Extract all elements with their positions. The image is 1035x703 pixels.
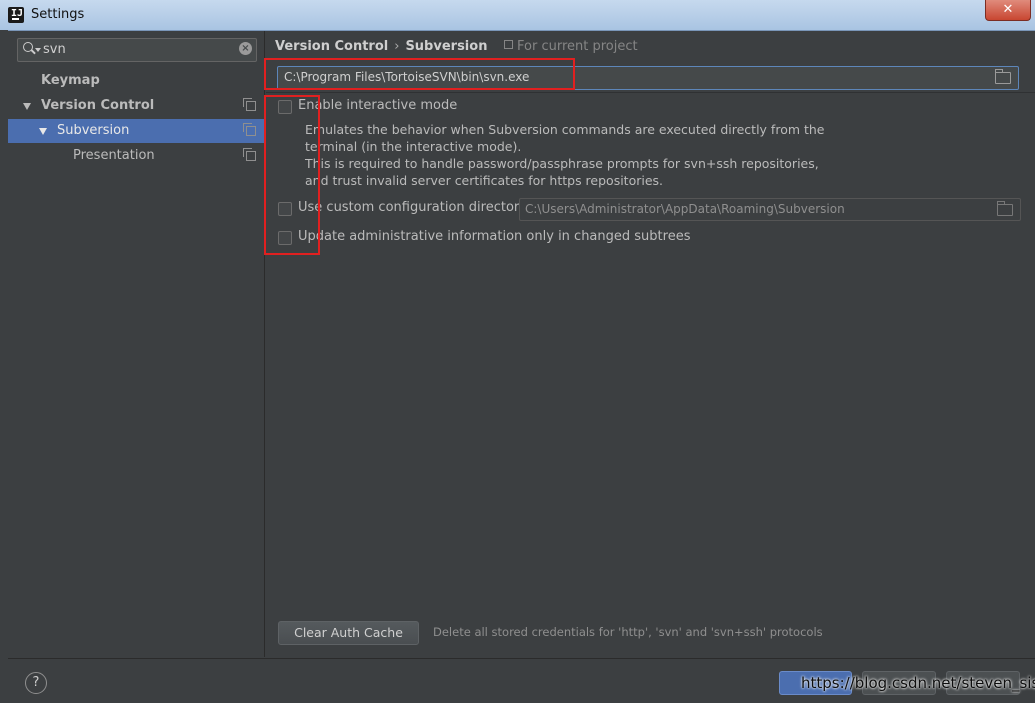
divider bbox=[266, 92, 1035, 93]
breadcrumb-parent[interactable]: Version Control bbox=[275, 39, 388, 54]
clear-auth-cache-button[interactable]: Clear Auth Cache bbox=[278, 621, 419, 645]
annotation-highlight-checkboxes bbox=[264, 95, 320, 255]
browse-folder-icon[interactable] bbox=[995, 69, 1011, 84]
project-scope-text: For current project bbox=[517, 39, 638, 54]
settings-sidebar: svn × Keymap Version Control Subversion … bbox=[8, 31, 265, 657]
description-line: This is required to handle password/pass… bbox=[305, 156, 819, 171]
sidebar-item-label: Version Control bbox=[41, 98, 155, 113]
window-left-edge bbox=[0, 30, 8, 702]
expand-arrow-icon[interactable] bbox=[39, 128, 47, 135]
sidebar-item-presentation[interactable]: Presentation bbox=[8, 144, 264, 168]
sidebar-item-version-control[interactable]: Version Control bbox=[8, 94, 264, 118]
breadcrumb-separator: › bbox=[394, 39, 400, 54]
window-title: Settings bbox=[31, 7, 85, 22]
help-button[interactable]: ? bbox=[25, 672, 47, 694]
project-scope-icon bbox=[243, 148, 256, 161]
project-scope-icon bbox=[504, 40, 513, 49]
close-button[interactable]: ✕ bbox=[985, 0, 1031, 21]
project-scope-label: For current project bbox=[504, 39, 638, 54]
clear-auth-cache-hint: Delete all stored credentials for 'http'… bbox=[433, 625, 823, 639]
browse-folder-icon[interactable] bbox=[997, 201, 1013, 216]
search-input[interactable]: svn bbox=[43, 42, 66, 57]
description-line: and trust invalid server certificates fo… bbox=[305, 173, 664, 188]
title-bar: IJ Settings ✕ bbox=[0, 0, 1035, 31]
breadcrumb-current: Subversion bbox=[405, 39, 488, 54]
settings-search-box[interactable]: svn × bbox=[17, 38, 257, 62]
sidebar-item-subversion[interactable]: Subversion bbox=[8, 119, 264, 143]
enable-interactive-mode-label[interactable]: Enable interactive mode bbox=[298, 98, 457, 113]
intellij-app-icon: IJ bbox=[8, 7, 24, 23]
custom-config-dir-label[interactable]: Use custom configuration directory: bbox=[298, 200, 530, 215]
expand-arrow-icon[interactable] bbox=[23, 103, 31, 110]
search-options-dropdown-icon[interactable] bbox=[35, 48, 41, 52]
dialog-footer: ? https://blog.csdn.net/steven_sisi bbox=[8, 658, 1035, 703]
clear-search-icon[interactable]: × bbox=[239, 42, 252, 55]
watermark-text: https://blog.csdn.net/steven_sisi bbox=[801, 674, 1035, 692]
settings-window: IJ Settings ✕ svn × Keymap Version Contr… bbox=[0, 0, 1035, 703]
update-admin-info-label[interactable]: Update administrative information only i… bbox=[298, 229, 690, 244]
sidebar-item-keymap[interactable]: Keymap bbox=[8, 69, 264, 93]
breadcrumb: Version Control › Subversion bbox=[275, 39, 487, 54]
description-line: terminal (in the interactive mode). bbox=[305, 139, 522, 154]
sidebar-item-label: Subversion bbox=[57, 123, 130, 138]
custom-config-dir-input[interactable] bbox=[520, 199, 990, 218]
sidebar-item-label: Presentation bbox=[73, 148, 155, 163]
description-line: Emulates the behavior when Subversion co… bbox=[305, 122, 825, 137]
interactive-mode-description: Emulates the behavior when Subversion co… bbox=[305, 121, 825, 189]
project-scope-icon bbox=[243, 98, 256, 111]
custom-config-dir-field[interactable] bbox=[519, 198, 1021, 221]
project-scope-icon bbox=[243, 123, 256, 136]
sidebar-item-label: Keymap bbox=[41, 73, 100, 88]
annotation-highlight-path bbox=[264, 58, 575, 90]
search-icon[interactable] bbox=[23, 42, 33, 52]
settings-content-panel: Version Control › Subversion For current p… bbox=[266, 31, 1035, 657]
